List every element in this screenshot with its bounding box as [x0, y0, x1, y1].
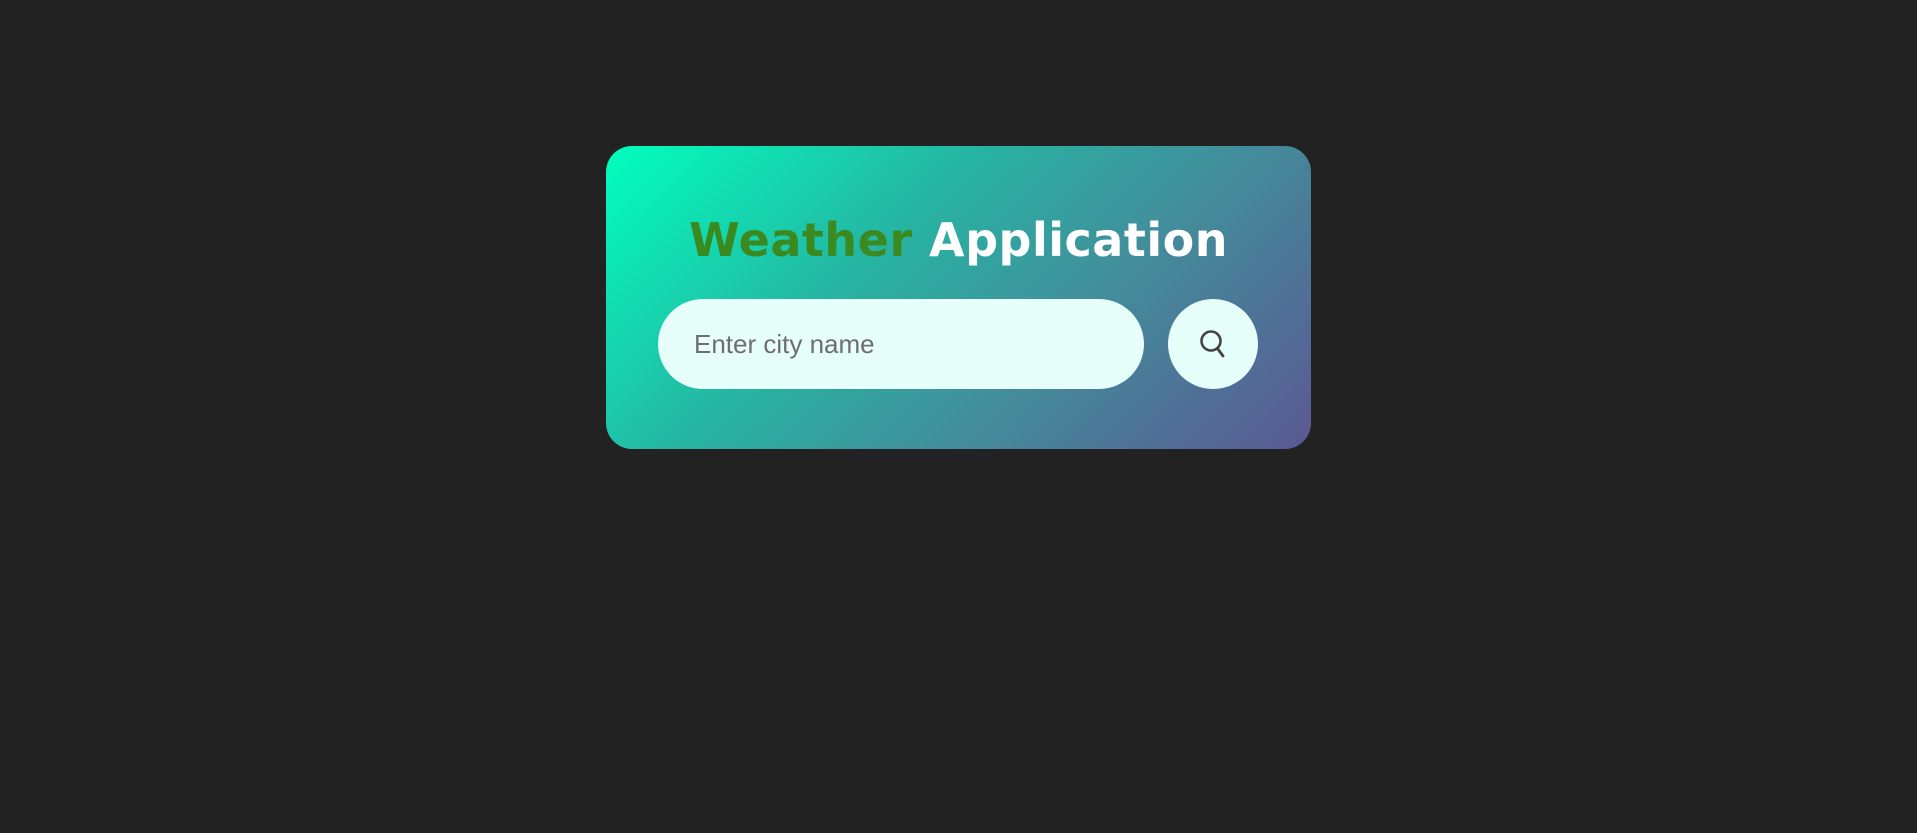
weather-card: Weather Application [606, 146, 1311, 449]
search-button[interactable] [1168, 299, 1258, 389]
city-search-input[interactable] [658, 299, 1144, 389]
search-icon [1198, 328, 1228, 360]
page-title: Weather Application [606, 212, 1311, 268]
title-word-weather: Weather [689, 213, 913, 267]
title-word-application: Application [929, 213, 1228, 267]
